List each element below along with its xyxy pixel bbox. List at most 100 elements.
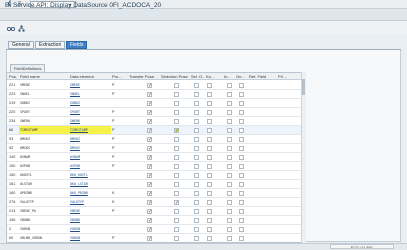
tab-extraction[interactable]: Extraction xyxy=(35,41,66,49)
sel-option-checkbox[interactable] xyxy=(194,155,199,160)
cell-data-element[interactable]: SPART xyxy=(69,108,111,116)
table-row[interactable]: 196 VBUND VBUND ✓ xyxy=(7,216,305,225)
transfer-checkbox[interactable]: ✓ xyxy=(147,101,152,107)
selection-checkbox[interactable]: ✓ xyxy=(174,128,179,134)
in-checkbox[interactable] xyxy=(227,155,232,160)
selection-checkbox[interactable] xyxy=(174,83,179,88)
sel-option-checkbox[interactable] xyxy=(194,164,199,169)
system-info[interactable]: ECD (1) 881 xyxy=(330,244,394,249)
sel-option-checkbox[interactable] xyxy=(194,92,199,97)
selection-checkbox[interactable] xyxy=(174,119,179,124)
in-checkbox[interactable] xyxy=(227,191,232,196)
in-checkbox[interactable] xyxy=(227,218,232,223)
in-checkbox[interactable] xyxy=(227,182,232,187)
on-checkbox[interactable] xyxy=(239,128,244,133)
selection-checkbox[interactable] xyxy=(174,155,179,160)
transfer-checkbox[interactable]: ✓ xyxy=(147,146,152,152)
transfer-checkbox[interactable]: ✓ xyxy=(147,173,152,179)
tab-general[interactable]: General xyxy=(8,41,34,49)
cell-data-element[interactable]: VORGN xyxy=(69,225,111,233)
column-header[interactable]: Pos. xyxy=(8,73,19,80)
ko-checkbox[interactable] xyxy=(207,110,212,115)
table-row[interactable]: 213 VBEUE_PA VBEUE P ✓ xyxy=(7,207,305,216)
selection-checkbox[interactable] xyxy=(174,182,179,187)
table-row[interactable]: 140 USNAM USNAM P ✓ xyxy=(7,153,305,162)
on-checkbox[interactable] xyxy=(239,164,244,169)
ko-checkbox[interactable] xyxy=(207,182,212,187)
cell-data-element[interactable]: TIMESTAMP xyxy=(69,126,111,134)
in-checkbox[interactable] xyxy=(227,128,232,133)
table-row[interactable]: 221 SMEDE SMEDE P ✓ xyxy=(7,81,305,90)
column-header[interactable]: Sel. O... xyxy=(190,73,205,80)
table-row[interactable]: 161 ULSTAR UKO_LSTAR ✓ xyxy=(7,180,305,189)
ko-checkbox[interactable] xyxy=(207,137,212,142)
table-row[interactable]: 66 TIMESTAMP TIMESTAMP P ✓ ✓ xyxy=(7,126,305,135)
sel-option-checkbox[interactable] xyxy=(194,173,199,178)
technical-glasses-icon[interactable] xyxy=(6,25,16,32)
on-checkbox[interactable] xyxy=(239,209,244,214)
in-checkbox[interactable] xyxy=(227,164,232,169)
in-checkbox[interactable] xyxy=(227,101,232,106)
cell-data-element[interactable]: SOBKZ xyxy=(69,99,111,107)
table-row[interactable]: 2 VORGN VORGN ✓ xyxy=(7,225,305,234)
selection-checkbox[interactable] xyxy=(174,227,179,232)
on-checkbox[interactable] xyxy=(239,119,244,124)
ko-checkbox[interactable] xyxy=(207,227,212,232)
on-checkbox[interactable] xyxy=(239,155,244,160)
table-row[interactable]: 220 SPART SPART P ✓ xyxy=(7,108,305,117)
transfer-checkbox[interactable]: ✓ xyxy=(147,119,152,125)
ko-checkbox[interactable] xyxy=(207,119,212,124)
on-checkbox[interactable] xyxy=(239,182,244,187)
in-checkbox[interactable] xyxy=(227,200,232,205)
table-row[interactable]: 160 UPRZNR UKO_PRZNR K ✓ xyxy=(7,189,305,198)
ko-checkbox[interactable] xyxy=(207,128,212,133)
column-header[interactable]: On... xyxy=(235,73,248,80)
selection-checkbox[interactable] xyxy=(174,209,179,214)
table-row[interactable]: 92 UMSKS UMSKS P ✓ xyxy=(7,144,305,153)
sel-option-checkbox[interactable] xyxy=(194,209,199,214)
on-checkbox[interactable] xyxy=(239,146,244,151)
in-checkbox[interactable] xyxy=(227,92,232,97)
table-row[interactable]: 219 SOBKZ SOBKZ ✓ xyxy=(7,99,305,108)
transfer-checkbox[interactable]: ✓ xyxy=(147,218,152,224)
ko-checkbox[interactable] xyxy=(207,218,212,223)
ko-checkbox[interactable] xyxy=(207,155,212,160)
in-checkbox[interactable] xyxy=(227,209,232,214)
sel-option-checkbox[interactable] xyxy=(194,227,199,232)
hierarchy-icon[interactable] xyxy=(18,25,25,32)
column-header[interactable] xyxy=(214,73,223,80)
cell-data-element[interactable]: VORGN xyxy=(69,234,111,242)
in-checkbox[interactable] xyxy=(227,110,232,115)
in-checkbox[interactable] xyxy=(227,83,232,88)
scrollbar-thumb[interactable] xyxy=(302,79,305,95)
on-checkbox[interactable] xyxy=(239,191,244,196)
column-header[interactable]: Selection Pose. xyxy=(160,73,190,80)
ko-checkbox[interactable] xyxy=(207,146,212,151)
table-row[interactable]: 150 UKOSTL UKO_KOSTL ✓ xyxy=(7,171,305,180)
in-checkbox[interactable] xyxy=(227,227,232,232)
cell-data-element[interactable]: UMSKS xyxy=(69,144,111,152)
cell-data-element[interactable]: UMSKZ xyxy=(69,135,111,143)
cell-data-element[interactable]: UKO_KOSTL xyxy=(69,171,111,179)
column-header[interactable]: Ko... xyxy=(205,73,214,80)
ko-checkbox[interactable] xyxy=(207,191,212,196)
sel-option-checkbox[interactable] xyxy=(194,200,199,205)
vertical-scrollbar[interactable] xyxy=(301,72,306,243)
selection-checkbox[interactable] xyxy=(174,137,179,142)
on-checkbox[interactable] xyxy=(239,110,244,115)
selection-checkbox[interactable]: ✓ xyxy=(174,200,179,206)
on-checkbox[interactable] xyxy=(239,92,244,97)
selection-checkbox[interactable] xyxy=(174,92,179,97)
ko-checkbox[interactable] xyxy=(207,164,212,169)
on-checkbox[interactable] xyxy=(239,137,244,142)
on-checkbox[interactable] xyxy=(239,200,244,205)
selection-checkbox[interactable] xyxy=(174,110,179,115)
on-checkbox[interactable] xyxy=(239,83,244,88)
transfer-checkbox[interactable]: ✓ xyxy=(147,164,152,170)
sel-option-checkbox[interactable] xyxy=(194,146,199,151)
sel-option-checkbox[interactable] xyxy=(194,83,199,88)
on-checkbox[interactable] xyxy=(239,236,244,241)
ko-checkbox[interactable] xyxy=(207,92,212,97)
table-row[interactable]: 223 SNOEL SNOEL P ✓ xyxy=(7,90,305,99)
cell-data-element[interactable]: VALUTYP xyxy=(69,198,111,206)
